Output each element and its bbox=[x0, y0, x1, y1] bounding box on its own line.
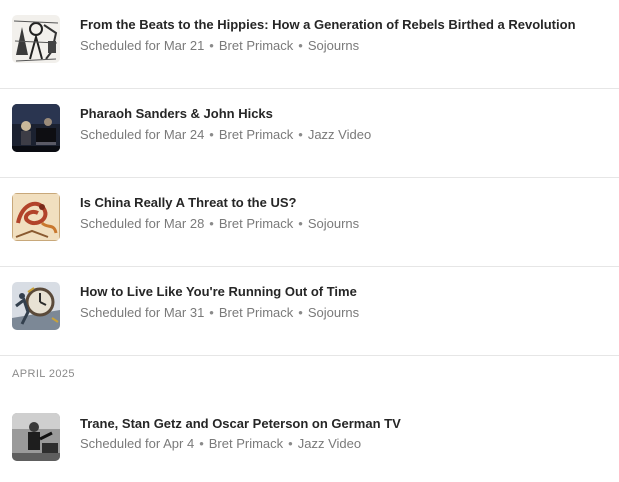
separator-dot: • bbox=[199, 436, 204, 451]
post-title[interactable]: Is China Really A Threat to the US? bbox=[80, 195, 609, 210]
post-row[interactable]: Is China Really A Threat to the US? Sche… bbox=[0, 178, 619, 267]
post-row[interactable]: From the Beats to the Hippies: How a Gen… bbox=[0, 0, 619, 89]
post-thumbnail bbox=[12, 282, 60, 330]
post-meta: Scheduled for Mar 21 • Bret Primack • Sojour… bbox=[80, 38, 609, 53]
separator-dot: • bbox=[298, 305, 303, 320]
dragon-illustration-icon bbox=[12, 193, 60, 241]
separator-dot: • bbox=[209, 38, 214, 53]
sketch-illustration-icon bbox=[12, 15, 60, 63]
post-section: Jazz Video bbox=[297, 436, 362, 451]
post-row[interactable]: Pharaoh Sanders & John Hicks Scheduled f… bbox=[0, 89, 619, 178]
post-thumbnail bbox=[12, 104, 60, 152]
separator-dot: • bbox=[209, 216, 214, 231]
month-section-header: APRIL 2025 bbox=[12, 368, 75, 380]
scheduled-posts-list: From the Beats to the Hippies: How a Gen… bbox=[0, 0, 619, 482]
separator-dot: • bbox=[298, 127, 303, 142]
separator-dot: • bbox=[288, 436, 293, 451]
post-section: Sojourns bbox=[307, 38, 360, 53]
post-meta: Scheduled for Mar 28 • Bret Primack • Sojour… bbox=[80, 216, 609, 231]
post-schedule-date: Scheduled for Mar 31 bbox=[80, 305, 205, 320]
post-section: Jazz Video bbox=[307, 127, 372, 142]
post-title[interactable]: Pharaoh Sanders & John Hicks bbox=[80, 106, 609, 121]
post-author: Bret Primack bbox=[218, 127, 294, 142]
concert-photo-icon bbox=[12, 104, 60, 152]
post-author: Bret Primack bbox=[218, 305, 294, 320]
post-section: Sojourns bbox=[307, 305, 360, 320]
post-schedule-date: Scheduled for Apr 4 bbox=[80, 436, 195, 451]
post-title[interactable]: Trane, Stan Getz and Oscar Peterson on G… bbox=[80, 416, 609, 431]
post-author: Bret Primack bbox=[208, 436, 284, 451]
post-row[interactable]: Trane, Stan Getz and Oscar Peterson on G… bbox=[0, 392, 619, 482]
post-thumbnail bbox=[12, 413, 60, 461]
post-author: Bret Primack bbox=[218, 38, 294, 53]
post-section: Sojourns bbox=[307, 216, 360, 231]
post-schedule-date: Scheduled for Mar 21 bbox=[80, 38, 205, 53]
post-meta: Scheduled for Mar 24 • Bret Primack • Jazz V… bbox=[80, 127, 609, 142]
post-author: Bret Primack bbox=[218, 216, 294, 231]
post-title[interactable]: From the Beats to the Hippies: How a Gen… bbox=[80, 17, 609, 32]
post-meta: Scheduled for Mar 31 • Bret Primack • Sojour… bbox=[80, 305, 609, 320]
post-schedule-date: Scheduled for Mar 28 bbox=[80, 216, 205, 231]
separator-dot: • bbox=[298, 216, 303, 231]
post-thumbnail bbox=[12, 15, 60, 63]
post-row[interactable]: How to Live Like You're Running Out of T… bbox=[0, 267, 619, 356]
bw-musician-photo-icon bbox=[12, 413, 60, 461]
post-title[interactable]: How to Live Like You're Running Out of T… bbox=[80, 284, 609, 299]
separator-dot: • bbox=[209, 305, 214, 320]
clock-illustration-icon bbox=[12, 282, 60, 330]
post-schedule-date: Scheduled for Mar 24 bbox=[80, 127, 205, 142]
separator-dot: • bbox=[209, 127, 214, 142]
separator-dot: • bbox=[298, 38, 303, 53]
post-meta: Scheduled for Apr 4 • Bret Primack • Jazz Vi… bbox=[80, 436, 609, 451]
post-thumbnail bbox=[12, 193, 60, 241]
